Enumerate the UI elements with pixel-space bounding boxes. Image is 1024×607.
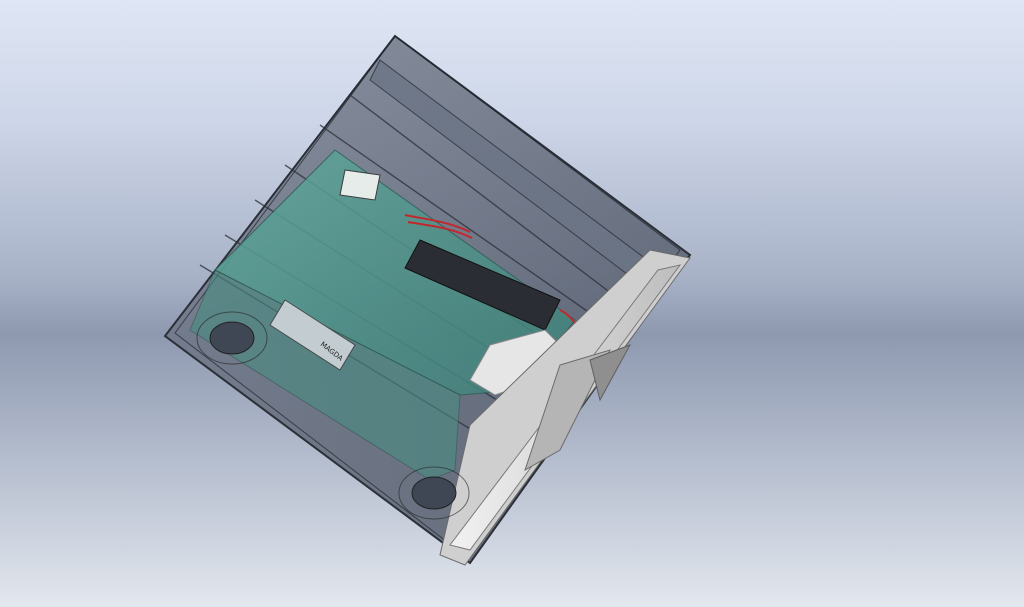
connector [339, 169, 381, 201]
3d-viewport[interactable]: MAGDA [0, 0, 1024, 607]
cad-model[interactable]: MAGDA [0, 0, 1024, 607]
